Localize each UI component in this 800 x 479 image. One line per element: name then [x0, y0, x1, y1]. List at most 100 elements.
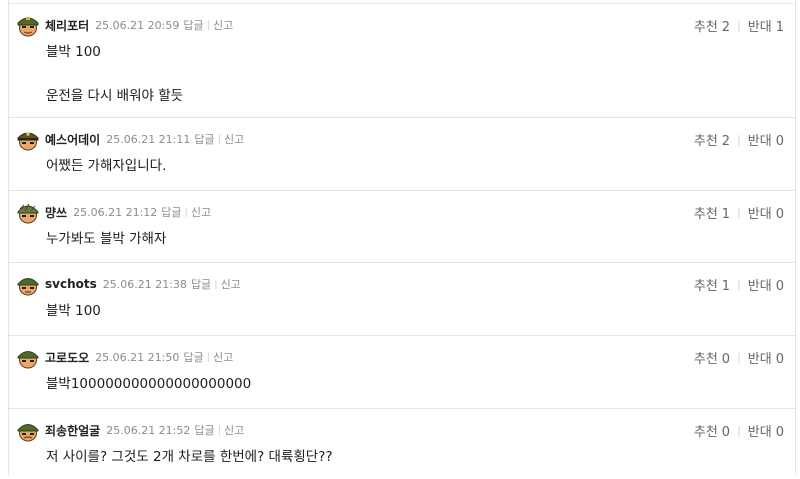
vote-area: 추천 2 | 반대 0 — [694, 130, 784, 149]
comment-header: 먕쓰 25.06.21 21:12 답글 | 신고 — [45, 204, 211, 220]
separator: | — [737, 277, 741, 291]
comment-timestamp: 25.06.21 21:12 — [73, 205, 158, 219]
upvote-label: 추천 — [693, 206, 718, 222]
comment-header: 죄송한얼굴 25.06.21 21:52 답글 | 신고 — [45, 422, 244, 438]
upvote-count: 1 — [721, 206, 731, 222]
vote-area: 추천 1 | 반대 0 — [694, 203, 784, 222]
upvote-button[interactable]: 추천 2 — [694, 16, 730, 35]
separator: | — [737, 205, 741, 219]
upvote-button[interactable]: 추천 2 — [694, 130, 730, 149]
downvote-button[interactable]: 반대 1 — [748, 16, 784, 35]
reply-link[interactable]: 답글 — [194, 131, 214, 147]
comment-nickname[interactable]: 고로도오 — [45, 349, 89, 366]
comment-body: 블박 100 운전을 다시 배워야 할듯 — [46, 41, 183, 107]
downvote-button[interactable]: 반대 0 — [748, 203, 784, 222]
comment-header: 체리포터 25.06.21 20:59 답글 | 신고 — [45, 17, 233, 33]
upvote-button[interactable]: 추천 0 — [694, 421, 730, 440]
comment-text-line: 어쨌든 가해자입니다. — [46, 158, 167, 174]
comment-timestamp: 25.06.21 20:59 — [95, 18, 180, 32]
vote-area: 추천 0 | 반대 0 — [694, 348, 784, 367]
officer-cap-avatar-icon[interactable] — [16, 127, 40, 151]
separator: | — [737, 132, 741, 146]
separator: | — [206, 351, 210, 363]
downvote-label: 반대 — [747, 19, 772, 35]
comment-body: 어쨌든 가해자입니다. — [46, 155, 166, 177]
reply-link[interactable]: 답글 — [191, 276, 211, 292]
downvote-label: 반대 — [747, 424, 772, 440]
report-link[interactable]: 신고 — [213, 349, 233, 365]
separator: | — [184, 206, 188, 218]
comment-header: svchots 25.06.21 21:38 답글 | 신고 — [45, 276, 241, 292]
comment-text-line: 블박 100 — [46, 303, 101, 319]
report-link[interactable]: 신고 — [191, 204, 211, 220]
report-link[interactable]: 신고 — [224, 131, 244, 147]
upvote-label: 추천 — [693, 351, 718, 367]
comment-body: 저 사이를? 그것도 2개 차로를 한번에? 대륙횡단?? — [46, 446, 333, 468]
downvote-label: 반대 — [747, 206, 772, 222]
separator: | — [737, 18, 741, 32]
comment-text-line: 저 사이를? 그것도 2개 차로를 한번에? 대륙횡단?? — [46, 449, 333, 465]
comment-item: 예스어데이 25.06.21 21:11 답글 | 신고 추천 2 | 반대 0 어… — [8, 118, 796, 191]
comment-text-line: 블박 100 — [46, 44, 101, 60]
comment-item: 먕쓰 25.06.21 21:12 답글 | 신고 추천 1 | 반대 0 누가봐도… — [8, 191, 796, 263]
separator: | — [214, 278, 218, 290]
upvote-label: 추천 — [693, 278, 718, 294]
downvote-button[interactable]: 반대 0 — [748, 130, 784, 149]
comment-nickname[interactable]: 예스어데이 — [45, 131, 100, 148]
upvote-button[interactable]: 추천 1 — [694, 275, 730, 294]
comment-nickname[interactable]: 먕쓰 — [45, 204, 67, 221]
comment-timestamp: 25.06.21 21:38 — [102, 277, 187, 291]
report-link[interactable]: 신고 — [224, 422, 244, 438]
comment-nickname[interactable]: svchots — [45, 277, 97, 291]
upvote-count: 1 — [721, 278, 731, 294]
comment-nickname[interactable]: 죄송한얼굴 — [45, 422, 100, 439]
separator: | — [217, 424, 222, 436]
vote-area: 추천 1 | 반대 0 — [694, 275, 784, 294]
report-link[interactable]: 신고 — [213, 17, 233, 33]
upvote-count: 0 — [721, 351, 731, 367]
comment-item: svchots 25.06.21 21:38 답글 | 신고 추천 1 | 반대 0… — [8, 263, 796, 336]
downvote-button[interactable]: 반대 0 — [748, 421, 784, 440]
comment-timestamp: 25.06.21 21:50 — [95, 350, 180, 364]
comment-text-line: 운전을 다시 배워야 할듯 — [46, 88, 184, 104]
downvote-button[interactable]: 반대 0 — [748, 348, 784, 367]
comment-timestamp: 25.06.21 21:11 — [106, 132, 191, 146]
report-link[interactable]: 신고 — [221, 276, 241, 292]
reply-link[interactable]: 답글 — [161, 204, 181, 220]
downvote-count: 0 — [775, 278, 784, 294]
reply-link[interactable]: 답글 — [183, 349, 203, 365]
downvote-label: 반대 — [747, 351, 772, 367]
downvote-count: 0 — [775, 206, 784, 222]
comment-item: 체리포터 25.06.21 20:59 답글 | 신고 추천 2 | 반대 1 블박… — [8, 4, 796, 118]
downvote-label: 반대 — [747, 278, 772, 294]
reply-link[interactable]: 답글 — [194, 422, 214, 438]
soldier-avatar-icon[interactable] — [16, 272, 40, 296]
reply-link[interactable]: 답글 — [183, 17, 203, 33]
comment-list: 체리포터 25.06.21 20:59 답글 | 신고 추천 2 | 반대 1 블박… — [8, 4, 796, 479]
downvote-label: 반대 — [747, 133, 772, 149]
upvote-count: 2 — [721, 19, 731, 35]
comment-header: 고로도오 25.06.21 21:50 답글 | 신고 — [45, 349, 233, 365]
upvote-label: 추천 — [693, 424, 718, 440]
helmet-avatar-icon[interactable] — [16, 200, 40, 224]
separator: | — [737, 423, 741, 437]
soldier-avatar-icon[interactable] — [16, 345, 40, 369]
comment-body: 블박 100 — [46, 300, 101, 322]
comment-item: 죄송한얼굴 25.06.21 21:52 답글 | 신고 추천 0 | 반대 0 저… — [8, 409, 796, 479]
downvote-count: 1 — [775, 19, 784, 35]
downvote-count: 0 — [775, 133, 784, 149]
upvote-button[interactable]: 추천 0 — [694, 348, 730, 367]
downvote-count: 0 — [775, 351, 784, 367]
upvote-count: 2 — [721, 133, 731, 149]
upvote-button[interactable]: 추천 1 — [694, 203, 730, 222]
comment-item: 고로도오 25.06.21 21:50 답글 | 신고 추천 0 | 반대 0 블박… — [8, 336, 796, 409]
soldier-avatar-icon[interactable] — [16, 418, 40, 442]
comment-timestamp: 25.06.21 21:52 — [106, 423, 191, 437]
downvote-count: 0 — [775, 424, 784, 440]
downvote-button[interactable]: 반대 0 — [748, 275, 784, 294]
upvote-label: 추천 — [693, 19, 718, 35]
green-helmet-avatar-icon[interactable] — [16, 13, 40, 37]
vote-area: 추천 0 | 반대 0 — [694, 421, 784, 440]
comment-nickname[interactable]: 체리포터 — [45, 17, 89, 34]
separator: | — [217, 133, 222, 145]
